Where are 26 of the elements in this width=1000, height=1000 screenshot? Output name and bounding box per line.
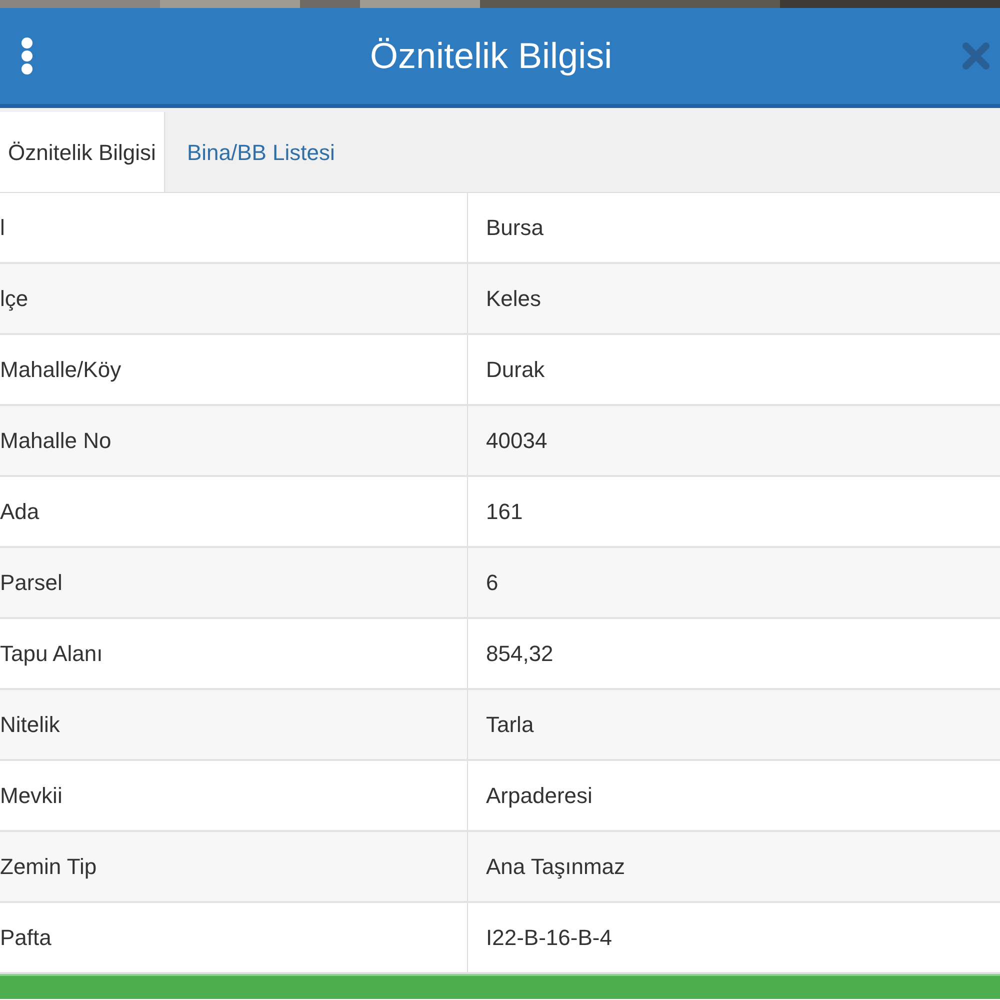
- table-cell-text: 161: [485, 498, 524, 526]
- table-cell: Mevkii: [0, 761, 468, 830]
- table-cell-text: Keles: [485, 285, 542, 313]
- table-cell-text: Durak: [485, 356, 546, 384]
- tab[interactable]: Bina/BB Listesi: [164, 112, 357, 192]
- tab[interactable]: Öznitelik Bilgisi: [0, 112, 165, 192]
- table-cell: lçe: [0, 264, 468, 333]
- table-cell: Mahalle No: [0, 406, 468, 475]
- menu-icon[interactable]: [20, 37, 34, 75]
- table-cell-text: I22-B-16-B-4: [485, 924, 613, 952]
- table-cell-text: 854,32: [485, 640, 554, 668]
- table-cell: Pafta: [0, 903, 468, 972]
- table-cell-text: 40034: [485, 427, 548, 455]
- table-cell-text: 6: [485, 569, 500, 597]
- table-cell: l: [0, 193, 468, 262]
- table-cell-text: Tarla: [485, 711, 535, 739]
- table-cell: Tapu Alanı: [0, 619, 468, 688]
- dialog-title: Öznitelik Bilgisi: [370, 34, 612, 78]
- table-cell-text: Ana Taşınmaz: [485, 853, 626, 881]
- table-cell: Zemin Tip: [0, 832, 468, 901]
- table-cell: Parsel: [0, 548, 468, 617]
- table-cell-text: Bursa: [485, 214, 544, 242]
- table-cell: Nitelik: [0, 690, 468, 759]
- table-cell-text: Arpaderesi: [485, 782, 594, 810]
- table-cell: Ada: [0, 477, 468, 546]
- table-cell: Mahalle/Köy: [0, 335, 468, 404]
